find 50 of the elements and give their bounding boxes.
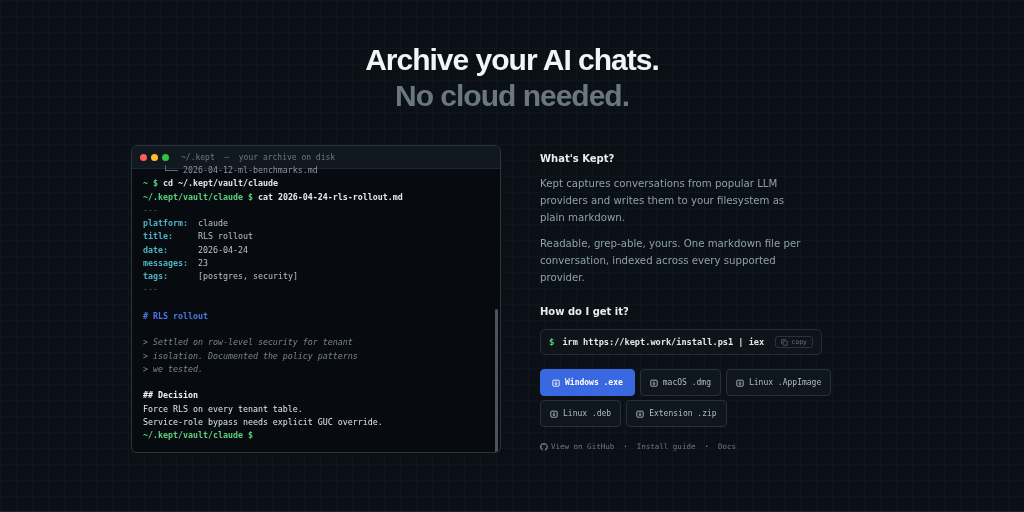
maximize-dot[interactable] (162, 153, 169, 161)
download-icon (636, 409, 645, 418)
download-button[interactable]: Linux .AppImage (725, 369, 832, 396)
frontmatter-key: tags: (143, 270, 198, 284)
terminal-output: └── 2026-04-12-ml-benchmarks.md (161, 165, 318, 175)
frontmatter-key: messages: (143, 256, 198, 270)
close-dot[interactable] (140, 153, 147, 161)
shell-command: cat 2026-04-24-rls-rollout.md (257, 191, 403, 202)
shell-command: cd ~/.kept/vault/claude (163, 178, 278, 189)
shell-prompt: ~/.kept/vault/claude $ (143, 430, 253, 440)
markdown-quote: > Settled on row-level security for tenant (143, 337, 353, 348)
scrollbar-thumb[interactable] (495, 309, 498, 452)
minimize-dot[interactable] (151, 153, 158, 161)
download-icon (552, 378, 560, 387)
install-command: irm https://kept.work/install.ps1 | iex (562, 337, 766, 347)
markdown-quote: > isolation. Documented the policy patterns (143, 350, 358, 361)
frontmatter-value: claude (198, 218, 228, 228)
download-icon (735, 378, 744, 387)
markdown-text: Force RLS on every tenant table. (143, 403, 303, 414)
download-button[interactable]: Windows .exe (540, 369, 635, 396)
download-button[interactable]: macOS .dmg (639, 369, 721, 396)
github-icon (540, 442, 548, 451)
shell-prompt: ~/.kept/vault/claude $ (143, 191, 253, 202)
description-paragraph: Readable, grep-able, yours. One markdown file per conversation, indexed across every supported provider. (540, 237, 802, 285)
frontmatter-rule: --- (143, 204, 158, 215)
markdown-quote: > we tested. (143, 363, 203, 374)
frontmatter-value: [postgres, security] (198, 271, 298, 281)
frontmatter-value: RLS rollout (198, 231, 253, 242)
copy-icon (781, 338, 789, 346)
frontmatter-value: 2026-04-24 (198, 244, 248, 255)
markdown-subheading: ## Decision (143, 390, 198, 401)
download-button[interactable]: Linux .deb (540, 400, 622, 427)
markdown-text: Service-role bypass needs explicit GUC override. (143, 416, 383, 427)
hero-title: Archive your AI chats. (365, 42, 659, 78)
download-icon (649, 378, 658, 387)
terminal-title: ~/.kept — your archive on disk (181, 152, 336, 162)
shell-prompt: $ (549, 337, 555, 347)
frontmatter-key: title: (143, 230, 198, 244)
download-icon (550, 409, 558, 418)
frontmatter-key: date: (143, 243, 198, 257)
frontmatter-key: platform: (143, 217, 198, 231)
markdown-heading: # RLS rollout (143, 310, 208, 321)
section-heading: What's Kept? (540, 153, 616, 164)
download-button[interactable]: Extension .zip (626, 400, 727, 427)
hero-subtitle: No cloud needed. (395, 78, 629, 114)
frontmatter-value: 23 (198, 257, 208, 268)
section-heading: How do I get it? (540, 306, 630, 317)
shell-prompt: ~ $ (143, 178, 158, 189)
description-paragraph: Kept captures conversations from popular LLM providers and writes them to your filesystem as plain markdown. (540, 177, 786, 225)
frontmatter-rule: --- (143, 284, 158, 295)
